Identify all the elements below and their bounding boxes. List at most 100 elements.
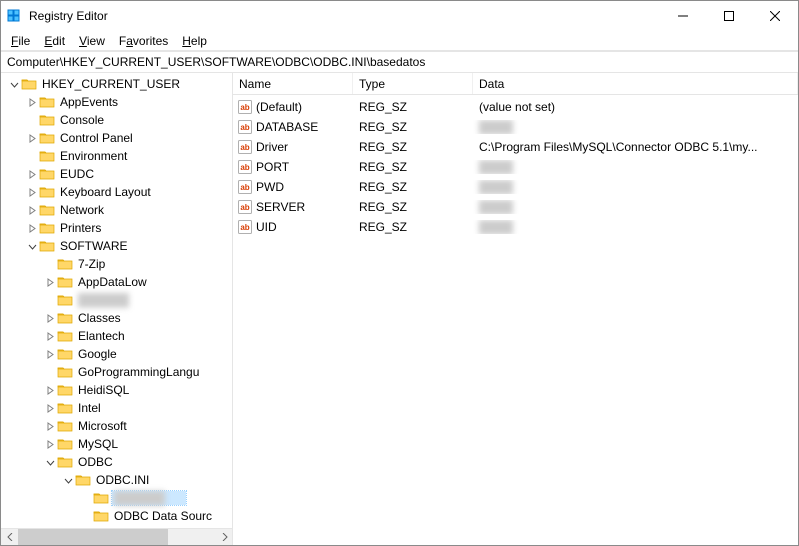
value-type-cell: REG_SZ xyxy=(353,200,473,214)
tree-node[interactable]: Control Panel xyxy=(1,129,232,147)
chevron-right-icon[interactable] xyxy=(25,224,39,233)
chevron-down-icon[interactable] xyxy=(25,242,39,251)
value-name-cell: abUID xyxy=(233,219,353,235)
tree-node[interactable]: ██████ xyxy=(1,489,232,507)
folder-icon xyxy=(75,473,91,487)
tree-node[interactable]: ODBC Data Sourc xyxy=(1,507,232,525)
tree-node-label: ODBC Data Sourc xyxy=(112,509,214,523)
tree-node[interactable]: MySQL xyxy=(1,435,232,453)
chevron-right-icon[interactable] xyxy=(43,386,57,395)
chevron-down-icon[interactable] xyxy=(7,80,21,89)
tree-node[interactable]: Network xyxy=(1,201,232,219)
chevron-right-icon[interactable] xyxy=(43,278,57,287)
value-name-cell: abDriver xyxy=(233,139,353,155)
svg-text:ab: ab xyxy=(240,203,249,212)
folder-icon xyxy=(57,365,73,379)
menu-view[interactable]: View xyxy=(73,33,111,49)
value-row[interactable]: abPWDREG_SZ████ xyxy=(233,177,798,197)
tree-node[interactable]: GoProgrammingLangu xyxy=(1,363,232,381)
chevron-right-icon[interactable] xyxy=(43,314,57,323)
tree-node-label: ODBC xyxy=(76,455,115,469)
value-row[interactable]: abSERVERREG_SZ████ xyxy=(233,197,798,217)
tree-node[interactable]: AppDataLow xyxy=(1,273,232,291)
scroll-left-button[interactable] xyxy=(1,529,18,545)
column-header-data[interactable]: Data xyxy=(473,73,798,94)
value-data-cell: ████ xyxy=(473,200,798,214)
titlebar: Registry Editor xyxy=(1,1,798,31)
minimize-button[interactable] xyxy=(660,1,706,31)
close-button[interactable] xyxy=(752,1,798,31)
value-row[interactable]: ab(Default)REG_SZ(value not set) xyxy=(233,97,798,117)
tree-node[interactable]: AppEvents xyxy=(1,93,232,111)
chevron-down-icon[interactable] xyxy=(43,458,57,467)
menu-favorites[interactable]: Favorites xyxy=(113,33,174,49)
tree-node[interactable]: HeidiSQL xyxy=(1,381,232,399)
folder-icon xyxy=(57,293,73,307)
folder-icon xyxy=(57,401,73,415)
scroll-track[interactable] xyxy=(18,529,216,545)
folder-icon xyxy=(57,437,73,451)
tree-node-label: ODBC.INI xyxy=(94,473,151,487)
chevron-right-icon[interactable] xyxy=(43,422,57,431)
chevron-right-icon[interactable] xyxy=(25,98,39,107)
chevron-right-icon[interactable] xyxy=(43,440,57,449)
menu-help[interactable]: Help xyxy=(176,33,213,49)
value-row[interactable]: abDriverREG_SZC:\Program Files\MySQL\Con… xyxy=(233,137,798,157)
value-name: (Default) xyxy=(256,100,302,114)
tree-node[interactable]: Console xyxy=(1,111,232,129)
reg-string-icon: ab xyxy=(237,99,253,115)
chevron-right-icon[interactable] xyxy=(43,332,57,341)
tree-node-label: HKEY_CURRENT_USER xyxy=(40,77,182,91)
tree-node-label: Google xyxy=(76,347,119,361)
tree-pane[interactable]: HKEY_CURRENT_USER AppEvents ConsoleControl… xyxy=(1,73,233,545)
chevron-right-icon[interactable] xyxy=(43,404,57,413)
value-row[interactable]: abUIDREG_SZ████ xyxy=(233,217,798,237)
menu-edit[interactable]: Edit xyxy=(38,33,71,49)
address-bar[interactable]: Computer\HKEY_CURRENT_USER\SOFTWARE\ODBC… xyxy=(1,51,798,73)
folder-icon xyxy=(39,149,55,163)
folder-icon xyxy=(57,383,73,397)
tree-node[interactable]: Classes xyxy=(1,309,232,327)
tree-node[interactable]: SOFTWARE xyxy=(1,237,232,255)
value-name: PORT xyxy=(256,160,289,174)
tree-node-label: Classes xyxy=(76,311,123,325)
menu-file[interactable]: File xyxy=(5,33,36,49)
tree-node-label: AppEvents xyxy=(58,95,120,109)
tree-node[interactable]: Elantech xyxy=(1,327,232,345)
tree-node[interactable]: Google xyxy=(1,345,232,363)
folder-icon xyxy=(39,131,55,145)
chevron-down-icon[interactable] xyxy=(61,476,75,485)
tree-node[interactable]: Printers xyxy=(1,219,232,237)
chevron-right-icon[interactable] xyxy=(25,170,39,179)
chevron-right-icon[interactable] xyxy=(25,188,39,197)
tree-node[interactable]: ODBC xyxy=(1,453,232,471)
value-row[interactable]: abPORTREG_SZ████ xyxy=(233,157,798,177)
maximize-button[interactable] xyxy=(706,1,752,31)
reg-string-icon: ab xyxy=(237,179,253,195)
tree-node[interactable]: Environment xyxy=(1,147,232,165)
tree-node[interactable]: HKEY_CURRENT_USER xyxy=(1,75,232,93)
tree-node[interactable]: ODBC.INI xyxy=(1,471,232,489)
scroll-thumb[interactable] xyxy=(18,529,168,545)
tree-node[interactable]: EUDC xyxy=(1,165,232,183)
svg-text:ab: ab xyxy=(240,123,249,132)
chevron-right-icon[interactable] xyxy=(43,350,57,359)
column-header-name[interactable]: Name xyxy=(233,73,353,94)
value-row[interactable]: abDATABASEREG_SZ████ xyxy=(233,117,798,137)
tree-hscrollbar[interactable] xyxy=(1,528,233,545)
values-pane[interactable]: Name Type Data ab(Default)REG_SZ(value n… xyxy=(233,73,798,545)
tree-node[interactable]: Keyboard Layout xyxy=(1,183,232,201)
chevron-right-icon[interactable] xyxy=(25,206,39,215)
tree-node[interactable]: Microsoft xyxy=(1,417,232,435)
tree-node[interactable]: ██████ xyxy=(1,291,232,309)
scroll-right-button[interactable] xyxy=(216,529,233,545)
chevron-right-icon[interactable] xyxy=(25,134,39,143)
tree-node-label: 7-Zip xyxy=(76,257,107,271)
tree-node[interactable]: 7-Zip xyxy=(1,255,232,273)
folder-icon xyxy=(39,113,55,127)
svg-text:ab: ab xyxy=(240,223,249,232)
column-header-type[interactable]: Type xyxy=(353,73,473,94)
tree-node[interactable]: Intel xyxy=(1,399,232,417)
folder-icon xyxy=(39,95,55,109)
tree-node-label: HeidiSQL xyxy=(76,383,131,397)
